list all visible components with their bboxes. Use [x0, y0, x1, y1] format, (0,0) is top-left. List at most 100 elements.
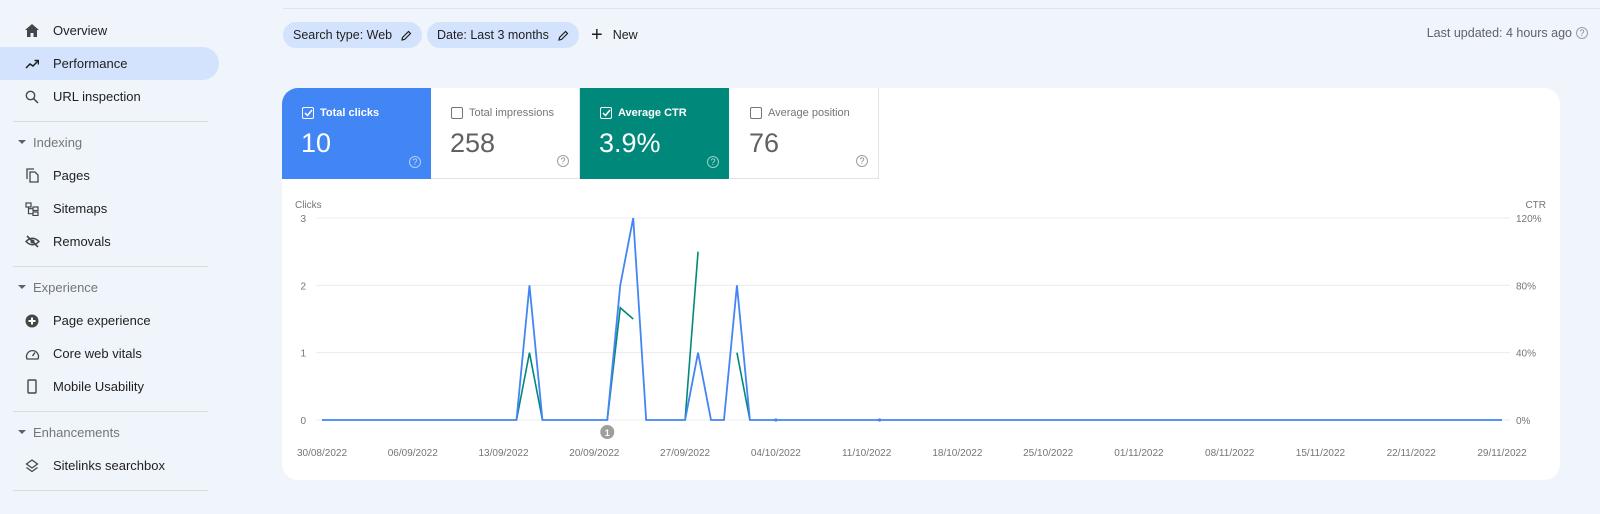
sidebar: Overview Performance URL inspection Inde…	[0, 0, 230, 514]
sitemap-icon	[24, 201, 40, 217]
search-icon	[24, 89, 40, 105]
section-label: Enhancements	[33, 424, 120, 440]
chip-label: Date: Last 3 months	[437, 28, 549, 42]
metric-total-clicks[interactable]: Total clicks 10 ?	[282, 88, 431, 179]
help-icon[interactable]: ?	[856, 155, 868, 167]
nav-performance[interactable]: Performance	[0, 47, 219, 80]
x-tick-label: 06/09/2022	[388, 448, 438, 459]
nav-overview[interactable]: Overview	[0, 14, 219, 47]
ctr-line-segment	[684, 251, 699, 421]
phone-icon	[24, 379, 40, 395]
divider	[13, 266, 208, 267]
metric-label: Average position	[768, 107, 850, 119]
caret-down-icon	[18, 430, 26, 434]
x-tick-label: 04/10/2022	[751, 448, 801, 459]
nav-label: Core web vitals	[53, 346, 142, 361]
checkbox-checked-icon[interactable]	[302, 107, 314, 119]
x-tick-label: 01/11/2022	[1114, 448, 1164, 459]
metric-label: Total clicks	[320, 107, 380, 119]
new-filter-button[interactable]: + New	[591, 22, 638, 48]
section-label: Experience	[33, 279, 99, 295]
performance-chart: Clicks CTR 0 0% 1 40% 2 80% 3 120% 30/08/2022 06…	[295, 200, 1546, 459]
eye-off-icon	[24, 234, 40, 250]
metric-total-impressions[interactable]: Total impressions 258 ?	[431, 88, 580, 179]
pages-icon	[24, 168, 40, 184]
last-updated-text: Last updated: 4 hours ago	[1426, 26, 1572, 40]
metric-average-position[interactable]: Average position 76 ?	[730, 88, 879, 179]
checkbox-unchecked-icon[interactable]	[750, 107, 762, 119]
left-axis-label: Clicks	[295, 200, 322, 211]
section-enhancements[interactable]: Enhancements	[0, 420, 120, 444]
right-tick-label: 0%	[1516, 416, 1531, 427]
checkbox-unchecked-icon[interactable]	[451, 107, 463, 119]
caret-down-icon	[18, 140, 26, 144]
nav-label: Overview	[53, 23, 108, 38]
metric-value: 3.9%	[599, 128, 661, 158]
nav-sitemaps[interactable]: Sitemaps	[0, 192, 219, 225]
x-tick-label: 22/11/2022	[1387, 448, 1437, 459]
filter-chip-date[interactable]: Date: Last 3 months	[427, 22, 579, 48]
divider	[13, 411, 208, 412]
nav-core-web-vitals[interactable]: Core web vitals	[0, 337, 219, 370]
nav-page-experience[interactable]: Page experience	[0, 304, 219, 337]
nav-sitelinks-searchbox[interactable]: Sitelinks searchbox	[0, 449, 219, 482]
nav-removals[interactable]: Removals	[0, 225, 219, 258]
metric-value: 76	[749, 128, 780, 158]
metric-value: 258	[450, 128, 496, 158]
trending-up-icon	[24, 56, 40, 72]
annotation-label: 1	[605, 428, 610, 438]
new-label: New	[612, 28, 638, 42]
x-tick-label: 18/10/2022	[932, 448, 982, 459]
layers-icon	[24, 458, 40, 474]
metric-label: Average CTR	[618, 107, 687, 119]
section-experience[interactable]: Experience	[0, 275, 98, 299]
right-tick-label: 80%	[1516, 281, 1536, 292]
nav-mobile-usability[interactable]: Mobile Usability	[0, 370, 219, 403]
left-tick-label: 2	[300, 281, 306, 292]
nav-label: Page experience	[53, 313, 151, 328]
nav-label: Sitemaps	[53, 201, 108, 216]
right-tick-label: 40%	[1516, 349, 1536, 360]
nav-label: Performance	[53, 56, 128, 71]
section-label: Indexing	[33, 134, 83, 150]
left-tick-label: 1	[300, 349, 306, 360]
divider	[13, 121, 208, 122]
x-tick-label: 11/10/2022	[842, 448, 892, 459]
edit-pencil-icon	[558, 30, 569, 41]
help-icon[interactable]: ?	[1576, 27, 1588, 39]
ctr-line-segment	[736, 352, 751, 421]
nav-label: Sitelinks searchbox	[53, 458, 165, 473]
x-tick-label: 13/09/2022	[479, 448, 529, 459]
x-tick-label: 15/11/2022	[1296, 448, 1346, 459]
performance-card: Total clicks 10 ? Total impressions 258 …	[282, 88, 1560, 480]
help-icon[interactable]: ?	[409, 156, 421, 168]
right-axis-label: CTR	[1525, 200, 1546, 211]
plus-circle-icon	[24, 313, 40, 329]
x-tick-label: 29/11/2022	[1477, 448, 1527, 459]
clicks-line	[322, 217, 1502, 421]
left-tick-label: 0	[300, 416, 306, 427]
nav-label: URL inspection	[53, 89, 141, 104]
filter-chip-search-type[interactable]: Search type: Web	[283, 22, 423, 48]
edit-pencil-icon	[401, 30, 412, 41]
gauge-icon	[24, 346, 40, 362]
metric-label: Total impressions	[469, 107, 554, 119]
metric-average-ctr[interactable]: Average CTR 3.9% ?	[580, 88, 729, 179]
help-icon[interactable]: ?	[707, 156, 719, 168]
data-point-marker	[774, 418, 778, 422]
plus-icon: +	[591, 24, 603, 46]
checkbox-checked-icon[interactable]	[600, 107, 612, 119]
nav-url-inspection[interactable]: URL inspection	[0, 80, 219, 113]
nav-label: Pages	[53, 168, 90, 183]
section-indexing[interactable]: Indexing	[0, 130, 82, 154]
data-point-marker	[877, 418, 882, 422]
last-updated: Last updated: 4 hours ago ?	[1427, 26, 1588, 40]
divider	[13, 490, 208, 491]
ctr-line-segment	[606, 306, 634, 421]
nav-pages[interactable]: Pages	[0, 159, 219, 192]
x-tick-label: 25/10/2022	[1023, 448, 1073, 459]
nav-label: Removals	[53, 234, 111, 249]
x-tick-label: 08/11/2022	[1205, 448, 1255, 459]
help-icon[interactable]: ?	[557, 155, 569, 167]
left-tick-label: 3	[300, 214, 306, 225]
